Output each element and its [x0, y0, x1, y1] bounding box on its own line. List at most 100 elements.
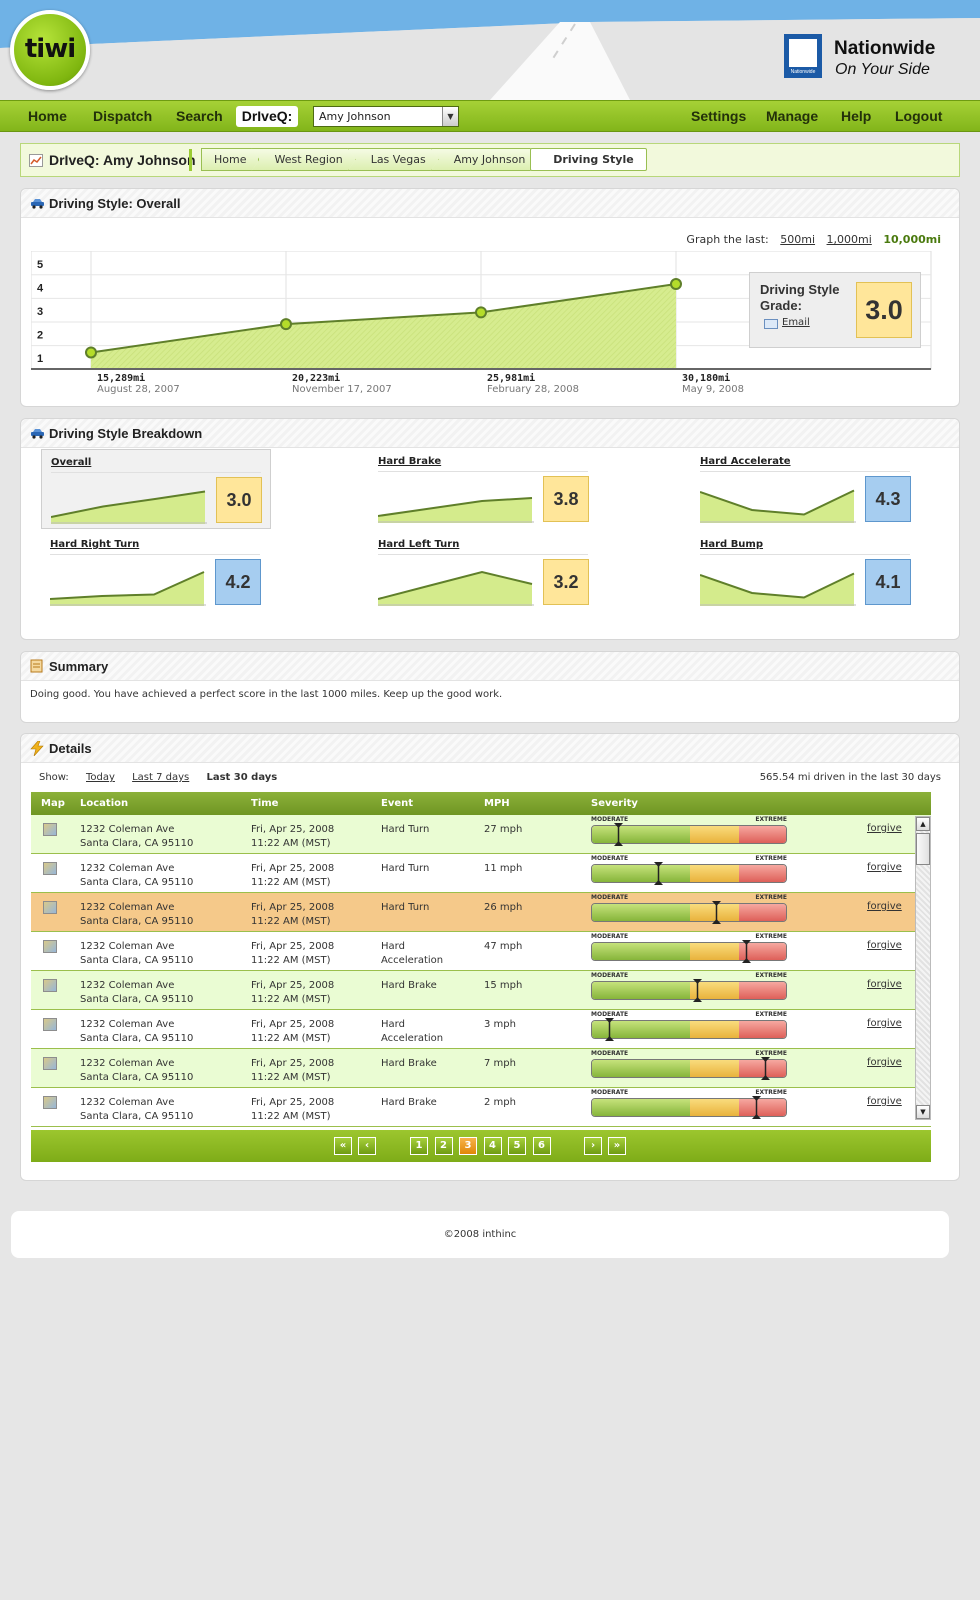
nav-settings[interactable]: Settings [691, 101, 746, 132]
data-point[interactable] [85, 346, 97, 359]
time-cell: Fri, Apr 25, 2008 11:22 AM (MST) [251, 1096, 334, 1124]
table-row[interactable]: 1232 Coleman Ave Santa Clara, CA 95110 Fri… [31, 854, 931, 893]
breadcrumb-home[interactable]: Home [201, 148, 259, 171]
tiwi-logo[interactable]: tiwi [10, 10, 90, 90]
breakdown-title[interactable]: Hard Accelerate [700, 456, 791, 467]
table-row[interactable]: 1232 Coleman Ave Santa Clara, CA 95110 Fri… [31, 1088, 931, 1127]
breakdown-item[interactable]: Hard Right Turn 4.2 [41, 532, 271, 612]
time-cell: Fri, Apr 25, 2008 11:22 AM (MST) [251, 1018, 334, 1046]
driver-select[interactable]: Amy Johnson ▼ [313, 106, 459, 127]
scroll-down-icon[interactable]: ▼ [916, 1105, 930, 1119]
forgive-link[interactable]: forgive [867, 940, 902, 951]
nav-manage[interactable]: Manage [766, 101, 818, 132]
forgive-link[interactable]: forgive [867, 1018, 902, 1029]
first-page-icon[interactable]: « [334, 1137, 352, 1155]
email-link[interactable]: Email [764, 317, 810, 329]
nav-search[interactable]: Search [176, 101, 223, 132]
breakdown-item[interactable]: Hard Bump 4.1 [691, 532, 921, 612]
filter-today[interactable]: Today [86, 772, 115, 783]
range-1000mi[interactable]: 1,000mi [827, 233, 872, 246]
breakdown-item[interactable]: Hard Brake 3.8 [369, 449, 599, 529]
range-500mi[interactable]: 500mi [780, 233, 815, 246]
table-row[interactable]: 1232 Coleman Ave Santa Clara, CA 95110 Fri… [31, 971, 931, 1010]
show-filter: Show: Today Last 7 days Last 30 days [39, 772, 277, 783]
page-number[interactable]: 1 [410, 1137, 428, 1155]
breakdown-title[interactable]: Hard Brake [378, 456, 441, 467]
map-icon[interactable] [43, 1057, 57, 1070]
overall-heading: Driving Style: Overall [49, 196, 181, 211]
table-row[interactable]: 1232 Coleman Ave Santa Clara, CA 95110 Fri… [31, 1010, 931, 1049]
page-number[interactable]: 4 [483, 1137, 502, 1155]
last-page-icon[interactable]: » [608, 1137, 626, 1155]
severity-medium-zone [690, 1099, 739, 1116]
table-row[interactable]: 1232 Coleman Ave Santa Clara, CA 95110 Fri… [31, 815, 931, 854]
time-clock: 11:22 AM (MST) [251, 994, 331, 1005]
time-cell: Fri, Apr 25, 2008 11:22 AM (MST) [251, 901, 334, 929]
page-number[interactable]: 6 [532, 1137, 551, 1155]
data-point[interactable] [475, 306, 487, 319]
map-icon[interactable] [43, 823, 57, 836]
nav-home[interactable]: Home [28, 101, 67, 132]
nav-logout[interactable]: Logout [895, 101, 942, 132]
time-cell: Fri, Apr 25, 2008 11:22 AM (MST) [251, 862, 334, 890]
next-page-icon[interactable]: › [584, 1137, 602, 1155]
details-panel: Details Show: Today Last 7 days Last 30 … [20, 733, 960, 1181]
forgive-link[interactable]: forgive [867, 979, 902, 990]
breadcrumb-city[interactable]: Las Vegas [348, 148, 439, 171]
grade-box: Driving Style Grade: Email 3.0 [749, 272, 921, 348]
page-number[interactable]: 5 [508, 1137, 526, 1155]
table-scrollbar[interactable]: ▲ ▼ [915, 816, 931, 1120]
breakdown-title[interactable]: Hard Left Turn [378, 539, 459, 550]
breadcrumb-driver[interactable]: Amy Johnson [431, 148, 539, 171]
map-icon[interactable] [43, 862, 57, 875]
breakdown-item[interactable]: Hard Left Turn 3.2 [369, 532, 599, 612]
map-icon[interactable] [43, 979, 57, 992]
breakdown-title[interactable]: Overall [51, 457, 91, 468]
nav-help[interactable]: Help [841, 101, 871, 132]
scroll-thumb[interactable] [916, 833, 930, 865]
time-clock: 11:22 AM (MST) [251, 955, 331, 966]
breakdown-item[interactable]: Hard Accelerate 4.3 [691, 449, 921, 529]
overall-header: Driving Style: Overall [21, 189, 959, 218]
nav-driveq[interactable]: DrIveQ: [236, 106, 298, 127]
breadcrumb-region[interactable]: West Region [251, 148, 355, 171]
scroll-up-icon[interactable]: ▲ [916, 817, 930, 831]
breakdown-item[interactable]: Overall 3.0 [41, 449, 271, 529]
data-point[interactable] [670, 278, 682, 291]
table-row[interactable]: 1232 Coleman Ave Santa Clara, CA 95110 Fri… [31, 1049, 931, 1088]
forgive-link[interactable]: forgive [867, 862, 902, 873]
grade-label: Driving Style Grade: [760, 282, 840, 313]
severity-moderate-zone [592, 1099, 690, 1116]
prev-page-icon[interactable]: ‹ [358, 1137, 376, 1155]
table-row[interactable]: 1232 Coleman Ave Santa Clara, CA 95110 Fri… [31, 893, 931, 932]
range-10000mi[interactable]: 10,000mi [883, 233, 941, 246]
data-point[interactable] [280, 318, 292, 331]
severity-extreme-label: EXTREME [755, 933, 787, 940]
map-icon[interactable] [43, 1018, 57, 1031]
chevron-down-icon[interactable]: ▼ [442, 107, 458, 126]
breakdown-title[interactable]: Hard Bump [700, 539, 763, 550]
breakdown-score: 4.2 [215, 559, 261, 605]
breakdown-score: 3.2 [543, 559, 589, 605]
filter-30-days[interactable]: Last 30 days [206, 772, 277, 783]
severity-moderate-label: MODERATE [591, 1011, 629, 1018]
severity-extreme-zone [739, 865, 786, 882]
forgive-link[interactable]: forgive [867, 901, 902, 912]
header-background [0, 0, 980, 100]
forgive-link[interactable]: forgive [867, 1096, 902, 1107]
nav-dispatch[interactable]: Dispatch [93, 101, 152, 132]
page-number[interactable]: 3 [459, 1137, 477, 1155]
table-row[interactable]: 1232 Coleman Ave Santa Clara, CA 95110 Fri… [31, 932, 931, 971]
map-icon[interactable] [43, 901, 57, 914]
breakdown-title[interactable]: Hard Right Turn [50, 539, 139, 550]
location-cell: 1232 Coleman Ave Santa Clara, CA 95110 [80, 940, 193, 968]
map-icon[interactable] [43, 1096, 57, 1109]
map-icon[interactable] [43, 940, 57, 953]
event-line-1: Hard Turn [381, 824, 430, 835]
severity-scale-labels: MODERATE EXTREME [591, 933, 787, 941]
filter-7-days[interactable]: Last 7 days [132, 772, 189, 783]
forgive-link[interactable]: forgive [867, 1057, 902, 1068]
page-number[interactable]: 2 [434, 1137, 453, 1155]
time-date: Fri, Apr 25, 2008 [251, 1019, 335, 1030]
forgive-link[interactable]: forgive [867, 823, 902, 834]
